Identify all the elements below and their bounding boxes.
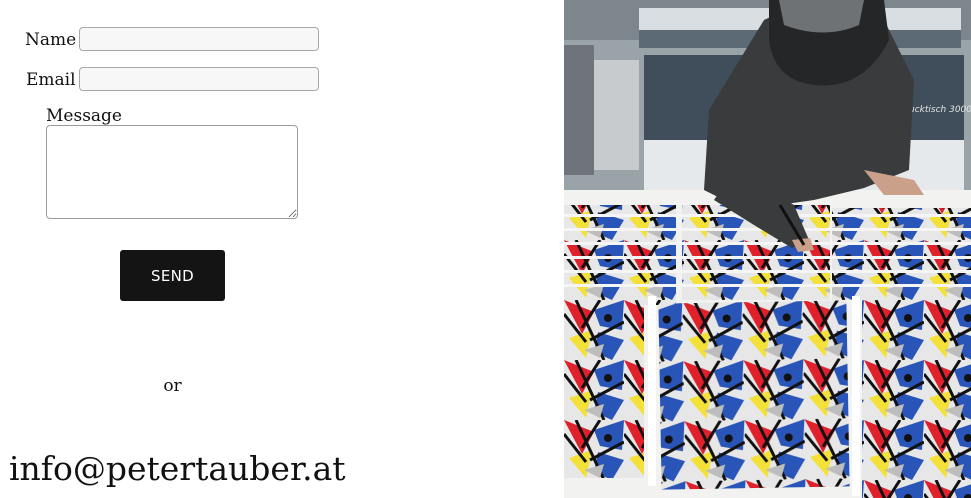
machine-label: ucktisch 3000 p xyxy=(909,105,971,115)
name-label: Name xyxy=(25,30,77,50)
send-button[interactable]: SEND xyxy=(120,250,225,301)
artist-signing-prints-photo: ucktisch 3000 p xyxy=(564,0,971,498)
or-separator: or xyxy=(163,376,182,396)
print-stack-left xyxy=(564,205,676,305)
email-label: Email xyxy=(26,70,76,90)
message-label: Message xyxy=(46,106,122,126)
name-field[interactable] xyxy=(79,27,319,51)
email-field[interactable] xyxy=(79,67,319,91)
message-textarea[interactable] xyxy=(46,125,298,219)
contact-email[interactable]: info@petertauber.at xyxy=(9,448,346,490)
